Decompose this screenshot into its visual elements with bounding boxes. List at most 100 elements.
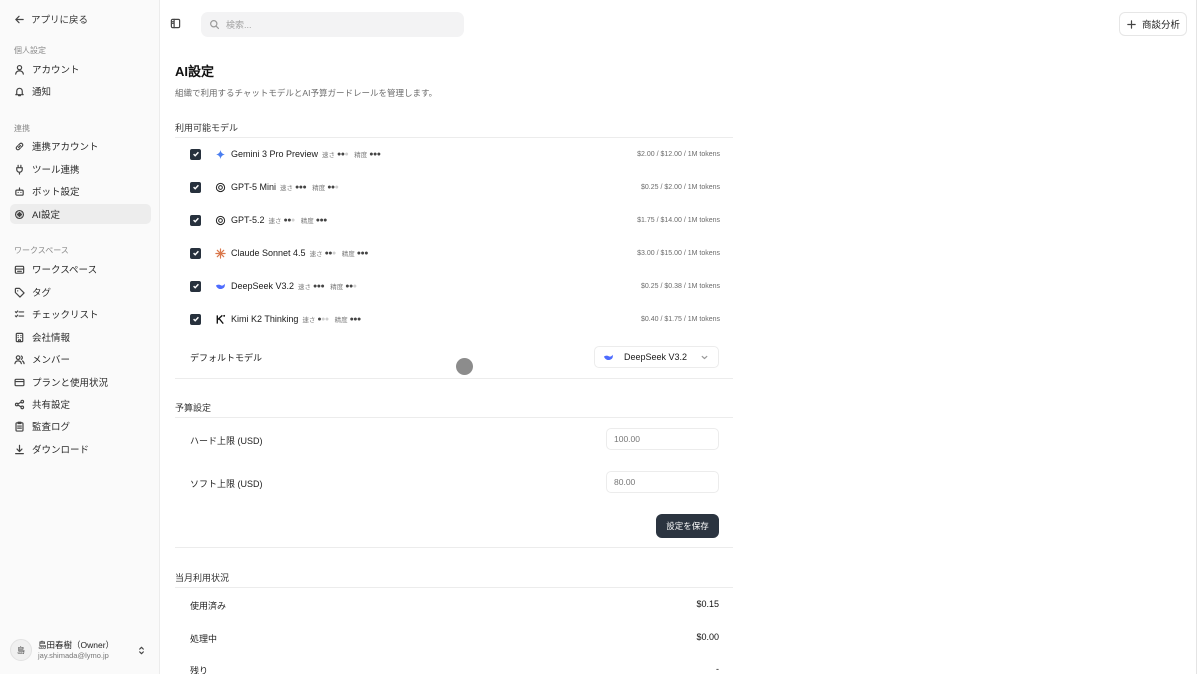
section-title-budget: 予算設定 — [175, 403, 212, 413]
model-price: $0.40 / $1.75 / 1M tokens — [641, 315, 720, 323]
sales-analysis-label: 商談分析 — [1141, 20, 1180, 31]
divider — [175, 587, 733, 588]
divider — [175, 547, 733, 548]
sidebar-item-download[interactable]: ダウンロード — [10, 439, 151, 459]
speed-rating: ●●● — [283, 216, 296, 224]
usage-used-value: $0.15 — [696, 599, 719, 609]
divider — [175, 378, 733, 379]
back-to-app-link[interactable]: アプリに戻る — [14, 12, 88, 26]
sidebar-item-label: 会社情報 — [32, 333, 71, 344]
default-model-select[interactable]: DeepSeek V3.2 — [594, 346, 719, 368]
openai-logo-icon — [215, 182, 226, 193]
avatar: 島 — [10, 639, 32, 661]
usage-used-label: 使用済み — [190, 601, 227, 611]
sidebar-item-notifications[interactable]: 通知 — [10, 81, 151, 101]
sidebar-item-account[interactable]: アカウント — [10, 59, 151, 79]
deepseek-logo-icon — [215, 281, 226, 292]
workspace-icon — [14, 264, 25, 275]
sidebar-item-audit-log[interactable]: 監査ログ — [10, 416, 151, 436]
claude-logo-icon — [215, 247, 226, 259]
model-price: $0.25 / $2.00 / 1M tokens — [641, 183, 720, 191]
model-row: DeepSeek V3.2 速さ ●●● 精度 ●●● $0.25 / $0.3… — [190, 277, 720, 295]
section-title-models: 利用可能モデル — [175, 123, 239, 133]
speed-rating: ●●● — [324, 249, 337, 257]
sidebar-item-ai-settings[interactable]: AI設定 — [10, 204, 151, 224]
chevron-down-icon — [699, 352, 710, 363]
model-checkbox[interactable] — [190, 148, 201, 160]
default-model-label: デフォルトモデル — [190, 353, 263, 363]
download-icon — [14, 444, 25, 455]
sidebar-item-tags[interactable]: タグ — [10, 282, 151, 302]
model-row: Claude Sonnet 4.5 速さ ●●● 精度 ●●● $3.00 / … — [190, 244, 720, 262]
model-name: Gemini 3 Pro Preview — [231, 149, 319, 159]
user-info: 島田春樹（Owner） jay.shimada@lymo.jp — [38, 640, 114, 661]
sidebar-item-label: ワークスペース — [32, 265, 98, 276]
sidebar-item-plan-usage[interactable]: プランと使用状況 — [10, 372, 151, 392]
user-email: jay.shimada@lymo.jp — [38, 650, 109, 660]
accuracy-rating: ●●● — [345, 282, 357, 290]
model-name: Kimi K2 Thinking — [231, 314, 299, 324]
bell-icon — [14, 86, 25, 97]
kimi-logo-icon — [215, 314, 226, 325]
page-title: AI設定 — [175, 64, 215, 79]
model-row: GPT-5 Mini 速さ ●●● 精度 ●●● $0.25 / $2.00 /… — [190, 178, 720, 196]
speed-label: 速さ — [268, 218, 282, 225]
accuracy-label: 精度 — [334, 317, 348, 324]
save-settings-button[interactable]: 設定を保存 — [656, 514, 719, 538]
speed-label: 速さ — [309, 251, 323, 258]
sidebar-toggle-icon[interactable] — [170, 18, 181, 29]
sidebar-item-company-info[interactable]: 会社情報 — [10, 327, 151, 347]
speed-label: 速さ — [280, 185, 294, 192]
sidebar-item-label: AI設定 — [32, 210, 60, 221]
model-row: Gemini 3 Pro Preview 速さ ●●● 精度 ●●● $2.00… — [190, 145, 720, 163]
speed-label: 速さ — [322, 152, 336, 159]
search-bar[interactable]: 検索... — [201, 12, 464, 37]
sidebar-item-label: ダウンロード — [32, 445, 90, 456]
section-title-usage: 当月利用状況 — [175, 573, 230, 583]
sidebar-item-label: 連携アカウント — [32, 142, 99, 153]
model-price: $2.00 / $12.00 / 1M tokens — [637, 150, 720, 158]
model-checkbox[interactable] — [190, 313, 201, 325]
model-checkbox[interactable] — [190, 247, 201, 259]
speed-label: 速さ — [302, 317, 316, 324]
model-name: GPT-5.2 — [231, 215, 265, 225]
speed-rating: ●●● — [295, 183, 307, 191]
sidebar-item-members[interactable]: メンバー — [10, 349, 151, 369]
back-label: アプリに戻る — [31, 15, 89, 26]
model-checkbox[interactable] — [190, 214, 201, 226]
search-icon — [209, 19, 220, 30]
accuracy-rating: ●●● — [315, 216, 328, 224]
sidebar-item-sharing[interactable]: 共有設定 — [10, 394, 151, 414]
accuracy-label: 精度 — [300, 218, 314, 225]
soft-limit-input[interactable] — [606, 471, 719, 493]
section-label-workspace: ワークスペース — [14, 246, 69, 255]
model-row: GPT-5.2 速さ ●●● 精度 ●●● $1.75 / $14.00 / 1… — [190, 211, 720, 229]
search-input[interactable]: 検索... — [226, 18, 252, 31]
user-menu[interactable]: 島 島田春樹（Owner） jay.shimada@lymo.jp — [10, 636, 151, 664]
deepseek-logo-icon — [603, 352, 614, 363]
user-icon — [14, 64, 25, 75]
accuracy-rating: ●●● — [349, 315, 362, 323]
link-icon — [14, 141, 25, 152]
sales-analysis-button[interactable]: 商談分析 — [1119, 12, 1187, 36]
hard-limit-input[interactable] — [606, 428, 719, 450]
sidebar-item-checklist[interactable]: チェックリスト — [10, 304, 151, 324]
model-checkbox[interactable] — [190, 181, 201, 193]
sidebar-item-label: 通知 — [32, 87, 52, 98]
plus-icon — [1126, 19, 1137, 30]
sidebar-item-label: ツール連携 — [32, 165, 80, 176]
default-model-value: DeepSeek V3.2 — [624, 352, 688, 362]
sidebar-item-bot-settings[interactable]: ボット設定 — [10, 181, 151, 201]
sidebar-item-workspace[interactable]: ワークスペース — [10, 259, 151, 279]
divider — [1196, 0, 1197, 674]
speed-label: 速さ — [298, 284, 312, 291]
model-checkbox[interactable] — [190, 280, 201, 292]
speed-rating: ●●● — [317, 315, 329, 323]
usage-remaining-label: 残り — [190, 666, 209, 674]
hard-limit-label: ハード上限 (USD) — [190, 436, 263, 446]
sidebar-item-linked-accounts[interactable]: 連携アカウント — [10, 136, 151, 156]
accuracy-label: 精度 — [312, 185, 326, 192]
speed-rating: ●●● — [337, 150, 349, 158]
section-label-personal: 個人設定 — [14, 46, 46, 55]
sidebar-item-tool-integrations[interactable]: ツール連携 — [10, 159, 151, 179]
